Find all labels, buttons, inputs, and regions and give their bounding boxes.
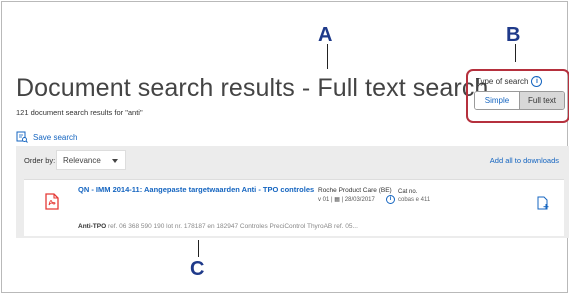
search-type-label: Type of search i: [476, 76, 543, 87]
order-by-label: Order by:: [24, 156, 56, 165]
result-version-date: v 01 | ▦ | 28/03/2017: [318, 197, 375, 203]
page-title: Document search results - Full text sear…: [16, 74, 489, 102]
snippet-text: ref. 06 368 590 190 lot nr. 178187 en 18…: [106, 223, 358, 230]
pdf-file-icon[interactable]: [45, 193, 59, 210]
callout-b-line: [515, 44, 516, 62]
add-all-to-downloads-link[interactable]: Add all to downloads: [490, 156, 559, 165]
cat-no-label: Cat no.: [398, 189, 418, 195]
result-count: 121 document search results for "anti": [16, 108, 143, 117]
chevron-down-icon: [112, 159, 118, 163]
save-search-icon: [16, 131, 28, 143]
order-by-value: Relevance: [63, 155, 101, 165]
callout-c: C: [190, 258, 205, 280]
callout-a-line: [327, 44, 328, 69]
result-snippet: Anti-TPO ref. 06 368 590 190 lot nr. 178…: [78, 223, 358, 230]
search-type-toggle: Simple Full text: [474, 91, 565, 110]
snippet-highlight: Anti-TPO: [78, 223, 107, 230]
search-type-text: Type of search: [476, 77, 529, 86]
save-search-label: Save search: [33, 132, 78, 142]
result-organization: Roche Product Care (BE): [318, 187, 392, 194]
info-icon[interactable]: i: [386, 195, 395, 204]
callout-a: A: [318, 24, 333, 46]
add-download-icon[interactable]: [537, 196, 549, 210]
order-by-select[interactable]: Relevance: [56, 150, 126, 170]
toggle-full-text[interactable]: Full text: [519, 92, 564, 109]
callout-b: B: [506, 24, 521, 46]
save-search-link[interactable]: Save search: [16, 131, 77, 143]
cat-no-value: cobas e 411: [398, 197, 431, 203]
toggle-simple[interactable]: Simple: [475, 92, 519, 109]
info-icon[interactable]: i: [531, 76, 543, 87]
callout-c-line: [198, 240, 199, 257]
result-title-link[interactable]: QN - IMM 2014-11: Aangepaste targetwaard…: [78, 185, 314, 194]
